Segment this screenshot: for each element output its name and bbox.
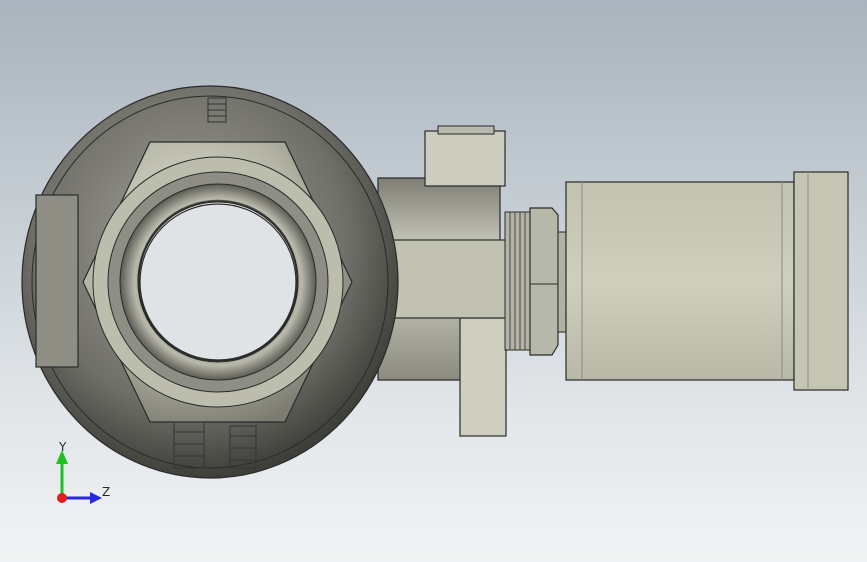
- axis-label-z: Z: [102, 485, 111, 499]
- cad-viewport[interactable]: Y Z: [0, 0, 867, 562]
- actuator-body: [565, 171, 849, 391]
- coordinate-triad[interactable]: Y Z: [40, 438, 120, 508]
- valve-body: [21, 85, 399, 479]
- valve-model[interactable]: [0, 0, 867, 562]
- axis-label-y: Y: [59, 440, 67, 454]
- threaded-coupling: [504, 207, 569, 356]
